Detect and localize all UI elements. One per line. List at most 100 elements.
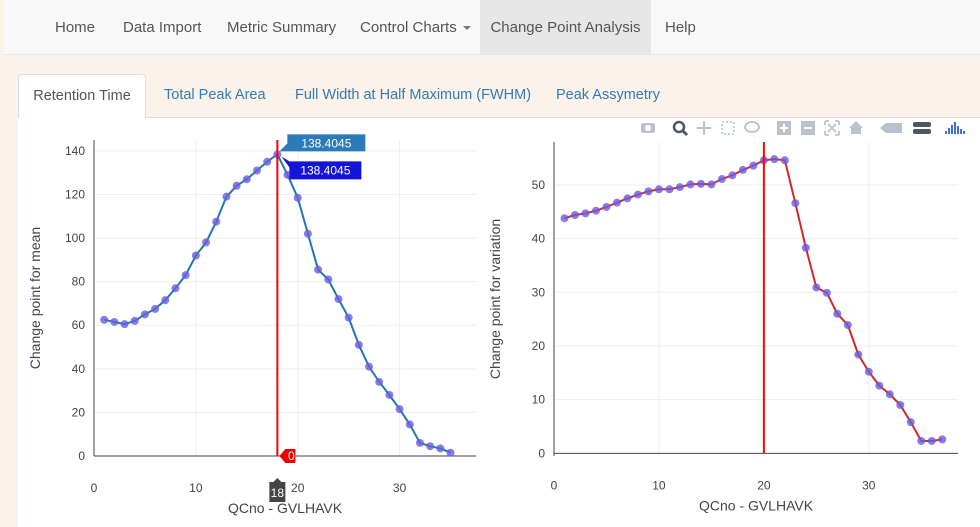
mean-data-point xyxy=(181,271,190,280)
bottom-hover-value: 0 xyxy=(288,449,295,463)
zoom-out-icon[interactable] xyxy=(801,121,815,135)
mean-data-point xyxy=(212,217,221,226)
compare-bar-2 xyxy=(913,129,931,134)
variation-data-point xyxy=(801,243,810,252)
variation-data-point xyxy=(686,180,695,189)
zoom-in-icon[interactable] xyxy=(777,121,791,135)
mean-data-point xyxy=(100,315,109,324)
zoom-icon[interactable] xyxy=(672,120,689,137)
x-hover-value: 18 xyxy=(271,486,285,500)
variation-change-chart[interactable]: 0 10 20 30 40 50 0 10 20 30 Change point for varia… xyxy=(487,142,958,513)
logo-bar xyxy=(963,131,965,134)
logo-bar xyxy=(948,128,950,134)
autoscale-icon[interactable] xyxy=(824,120,840,136)
spike-lines-icon[interactable] xyxy=(880,123,902,133)
variation-data-point xyxy=(749,161,758,170)
mean-data-point xyxy=(446,448,455,457)
variation-data-point xyxy=(864,367,873,376)
mean-data-point xyxy=(171,284,180,293)
variation-data-point xyxy=(623,194,632,203)
mean-data-point xyxy=(385,390,394,399)
variation-data-point xyxy=(602,202,611,211)
mean-y-tick-label: 60 xyxy=(72,318,86,332)
mean-data-point xyxy=(130,316,139,325)
variation-data-point xyxy=(780,156,789,165)
variation-data-point xyxy=(896,401,905,410)
mean-y-tick-label: 80 xyxy=(72,275,86,289)
compare-bar-1 xyxy=(913,122,931,127)
box-select-icon[interactable] xyxy=(721,121,735,135)
mean-change-chart[interactable]: 0 20 40 60 80 100 120 140 0 10 20 30 Change point fo… xyxy=(27,134,476,516)
mean-data-point xyxy=(324,275,333,284)
variation-data-point xyxy=(633,190,642,199)
variation-data-point xyxy=(665,185,674,194)
autoscale-arrows xyxy=(824,120,840,136)
mean-data-point xyxy=(161,296,170,305)
variation-data-point xyxy=(654,185,663,194)
mean-x-axis-title: QCno - GVLHAVK xyxy=(228,500,343,516)
variation-data-point xyxy=(696,179,705,188)
camera-lens xyxy=(645,125,651,131)
variation-data-point xyxy=(707,180,716,189)
mean-x-tick-label: 30 xyxy=(393,481,407,495)
variation-data-point xyxy=(570,210,579,219)
variation-data-point xyxy=(854,350,863,359)
mean-data-point xyxy=(426,442,435,451)
variation-data-point xyxy=(644,187,653,196)
mean-data-point xyxy=(375,377,384,386)
change-point-plots[interactable]: 0204060801001201400 10 20 30Change point fo… xyxy=(0,0,980,527)
mean-data-point xyxy=(242,175,251,184)
pan-icon[interactable] xyxy=(697,121,711,135)
plotly-logo-icon[interactable] xyxy=(945,122,965,134)
mean-data-point xyxy=(140,310,149,319)
zoom-lens xyxy=(672,120,686,134)
variation-data-point xyxy=(843,321,852,330)
variation-x-axis-title: QCno - GVLHAVK xyxy=(699,497,814,513)
camera-icon[interactable] xyxy=(641,123,655,133)
mean-data-point xyxy=(120,320,129,329)
variation-data-point xyxy=(717,175,726,184)
mean-data-point xyxy=(252,166,261,175)
variation-series-line xyxy=(564,158,943,442)
variation-data-point xyxy=(885,390,894,399)
mean-data-point xyxy=(222,192,231,201)
mean-data-point xyxy=(191,251,200,260)
spike-shape xyxy=(880,123,902,133)
mean-data-point xyxy=(110,317,119,326)
box-outline xyxy=(721,121,735,135)
variation-data-point xyxy=(728,171,737,180)
pan-arrows xyxy=(697,121,711,135)
logo-bar xyxy=(954,122,956,134)
plot-modebar[interactable] xyxy=(641,120,965,137)
variation-y-tick-label: 10 xyxy=(532,393,546,407)
mean-data-point xyxy=(395,405,404,414)
variation-data-point xyxy=(738,165,747,174)
variation-data-point xyxy=(591,206,600,215)
variation-data-point xyxy=(791,199,800,208)
lasso-icon[interactable] xyxy=(744,121,760,133)
mean-data-point xyxy=(202,238,211,247)
variation-data-point xyxy=(906,418,915,427)
variation-y-tick-label: 30 xyxy=(532,285,546,299)
mean-y-tick-label: 40 xyxy=(72,362,86,376)
logo-bar xyxy=(957,126,959,134)
mean-data-point xyxy=(354,340,363,349)
mean-x-tick-label: 0 xyxy=(91,481,98,495)
mean-data-point xyxy=(415,438,424,447)
mean-data-point xyxy=(263,157,272,166)
mean-data-point xyxy=(303,229,312,238)
variation-y-tick-label: 0 xyxy=(538,446,545,460)
variation-data-point xyxy=(938,435,947,444)
home-icon[interactable] xyxy=(849,121,863,134)
mean-x-tick-label: 10 xyxy=(189,481,203,495)
mean-y-tick-label: 0 xyxy=(78,449,85,463)
variation-x-tick-label: 20 xyxy=(757,478,771,492)
variation-data-point xyxy=(560,214,569,223)
logo-bar xyxy=(951,125,953,134)
compare-icon[interactable] xyxy=(913,122,931,134)
mean-data-point xyxy=(151,304,160,313)
mean-y-tick-label: 140 xyxy=(65,144,85,158)
mean-data-point xyxy=(365,362,374,371)
home-shape xyxy=(849,121,863,134)
variation-data-point xyxy=(770,155,779,164)
